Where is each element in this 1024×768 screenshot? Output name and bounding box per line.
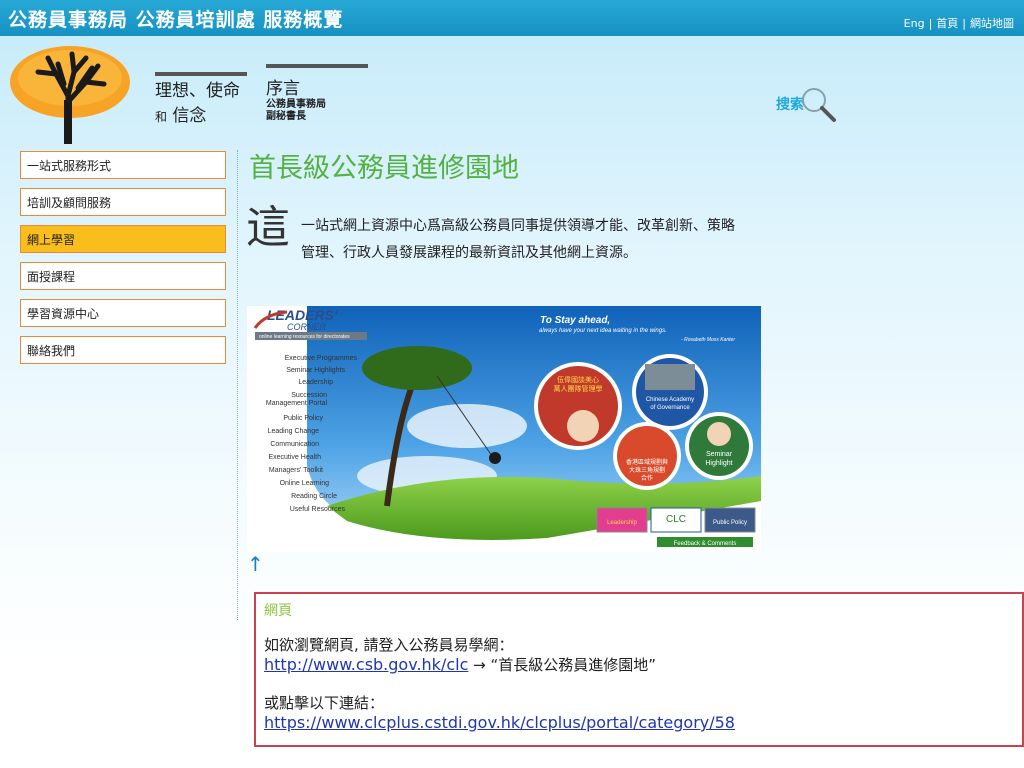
banner-logo-strap: online learning resources for directorat… <box>259 334 350 340</box>
banner-menu-item[interactable]: Executive Programmes <box>285 355 358 362</box>
separator: | <box>962 17 966 30</box>
notice-box: 網頁 如欲瀏覽網頁, 請登入公務員易學網： http://www.csb.gov… <box>254 592 1024 747</box>
vision-mission-link[interactable]: 理想、使命 和 信念 <box>155 72 247 126</box>
values-text: 信念 <box>172 106 207 126</box>
preface-link[interactable]: 序言 公務員事務局 副秘書長 <box>266 64 368 123</box>
svg-text:合作: 合作 <box>641 474 653 482</box>
sidebar-item-one-stop-service[interactable]: 一站式服務形式 <box>20 151 226 179</box>
sidebar-nav: 一站式服務形式 培訓及顧問服務 網上學習 面授課程 學習資源中心 聯絡我們 <box>20 151 226 373</box>
search-icon <box>802 88 836 122</box>
page-title: 首長級公務員進修園地 <box>249 153 519 184</box>
circle-link-3[interactable]: 香港區域規劃與 大珠三角規劃 合作 <box>613 422 681 490</box>
swinger <box>489 452 501 464</box>
english-link[interactable]: Eng <box>904 17 925 30</box>
preface-title: 序言 <box>266 79 300 99</box>
svg-text:伍偉國談美心: 伍偉國談美心 <box>557 375 599 384</box>
svg-text:CLC: CLC <box>666 514 686 525</box>
banner-menu-item[interactable]: Executive Health <box>268 454 321 461</box>
circle-link-4[interactable]: Seminar Highlight <box>685 412 753 480</box>
svg-text:Feedback & Comments: Feedback & Comments <box>674 541 737 547</box>
tree-logo[interactable] <box>8 44 132 144</box>
banner-menu-item[interactable]: Leading Change <box>268 428 319 435</box>
banner-headline: To Stay ahead, <box>540 315 610 326</box>
svg-text:Seminar: Seminar <box>706 451 733 458</box>
separator: | <box>928 17 933 30</box>
banner-menu-item[interactable]: Managers' Toolkit <box>269 467 323 474</box>
banner-subline: always have your next idea waiting in th… <box>539 328 667 334</box>
search-button[interactable]: 搜索 <box>776 84 838 124</box>
feedback-button[interactable]: Feedback & Comments <box>657 537 753 547</box>
top-bar: 公務員事務局 公務員培訓處 服務概覽 Eng | 首頁 | 網站地圖 <box>0 0 1024 36</box>
banner-public-policy-button[interactable]: Public Policy <box>704 507 756 533</box>
sidebar-item-classroom-courses[interactable]: 面授課程 <box>20 262 226 290</box>
sidebar-item-contact-us[interactable]: 聯絡我們 <box>20 336 226 364</box>
notice-heading: 網頁 <box>264 603 292 619</box>
intro-line-1: 一站式網上資源中心爲高級公務員同事提供領導才能、改革創新、策略 <box>301 218 735 234</box>
banner-menu-item[interactable]: Leadership <box>298 379 333 386</box>
intro-line-2: 管理、行政人員發展課程的最新資訊及其他網上資源。 <box>301 245 637 261</box>
svg-text:Chinese Academy: Chinese Academy <box>646 397 694 403</box>
intro-text: 一站式網上資源中心爲高級公務員同事提供領導才能、改革創新、策略 管理、行政人員發… <box>301 213 821 267</box>
intro-drop-cap: 這 <box>246 202 290 253</box>
divider <box>237 150 238 620</box>
svg-text:香港區域規劃與: 香港區域規劃與 <box>626 458 668 466</box>
svg-text:萬人團隊管理學: 萬人團隊管理學 <box>554 384 603 393</box>
sidebar-item-training-consultancy[interactable]: 培訓及顧問服務 <box>20 188 226 216</box>
cloud <box>407 404 527 448</box>
clc-link[interactable]: http://www.csb.gov.hk/clc <box>264 655 468 674</box>
and-label: 和 <box>155 110 168 124</box>
values-label: 和 信念 <box>155 101 247 126</box>
svg-text:of Governance: of Governance <box>650 405 690 411</box>
vision-mission-label: 理想、使命 <box>155 81 240 101</box>
banner-leadership-button[interactable]: Leadership <box>596 507 648 533</box>
top-links: Eng | 首頁 | 網站地圖 <box>904 15 1014 31</box>
notice-link-row: http://www.csb.gov.hk/clc → “首長級公務員進修園地” <box>264 655 1014 675</box>
sidebar-item-learning-resource-centre[interactable]: 學習資源中心 <box>20 299 226 327</box>
circle-link-1[interactable]: 伍偉國談美心 萬人團隊管理學 <box>534 362 622 450</box>
banner-menu-item[interactable]: Useful Resources <box>290 506 346 513</box>
banner-menu-item[interactable]: Seminar Highlights <box>286 367 345 374</box>
banner-menu-item[interactable]: Management Portal <box>266 400 328 407</box>
notice-link2-row: https://www.clcplus.cstdi.gov.hk/clcplus… <box>264 713 1014 733</box>
banner-menu-item[interactable]: Reading Circle <box>291 493 337 500</box>
banner-logo-sub: CORNER <box>287 322 327 332</box>
preface-sub2: 副秘書長 <box>266 111 306 122</box>
preface-sub1: 公務員事務局 <box>266 99 326 110</box>
notice-line-2: 或點擊以下連結： <box>264 694 385 712</box>
banner-quote: - Rosabeth Moss Kanter <box>681 337 735 343</box>
leaders-corner-banner[interactable]: LEADERS' CORNER online learning resource… <box>247 306 761 552</box>
sidebar-item-e-learning[interactable]: 網上學習 <box>20 225 226 253</box>
svg-text:Public Policy: Public Policy <box>713 520 747 526</box>
svg-text:Highlight: Highlight <box>705 460 732 467</box>
sitemap-link[interactable]: 網站地圖 <box>970 17 1014 30</box>
banner-menu-item[interactable]: Online Learning <box>280 480 330 487</box>
banner-menu-item[interactable]: Public Policy <box>283 415 323 422</box>
banner-clc-button[interactable]: CLC <box>650 507 702 533</box>
notice-line-1: 如欲瀏覽網頁, 請登入公務員易學網： <box>264 636 514 654</box>
banner-menu-item[interactable]: Communication <box>270 441 319 448</box>
back-to-top-arrow[interactable]: ↑ <box>247 552 264 576</box>
home-link[interactable]: 首頁 <box>936 17 958 30</box>
clc-link-suffix: → “首長級公務員進修園地” <box>468 656 657 674</box>
tree-canopy <box>362 346 472 390</box>
svg-text:Leadership: Leadership <box>607 520 637 526</box>
circle-link-2[interactable]: Chinese Academy of Governance <box>632 354 708 430</box>
banner-menu-item[interactable]: Succession <box>291 392 327 399</box>
clcplus-link[interactable]: https://www.clcplus.cstdi.gov.hk/clcplus… <box>264 713 735 732</box>
svg-text:大珠三角規劃: 大珠三角規劃 <box>629 466 665 474</box>
site-title: 公務員事務局 公務員培訓處 服務概覽 <box>8 9 344 31</box>
